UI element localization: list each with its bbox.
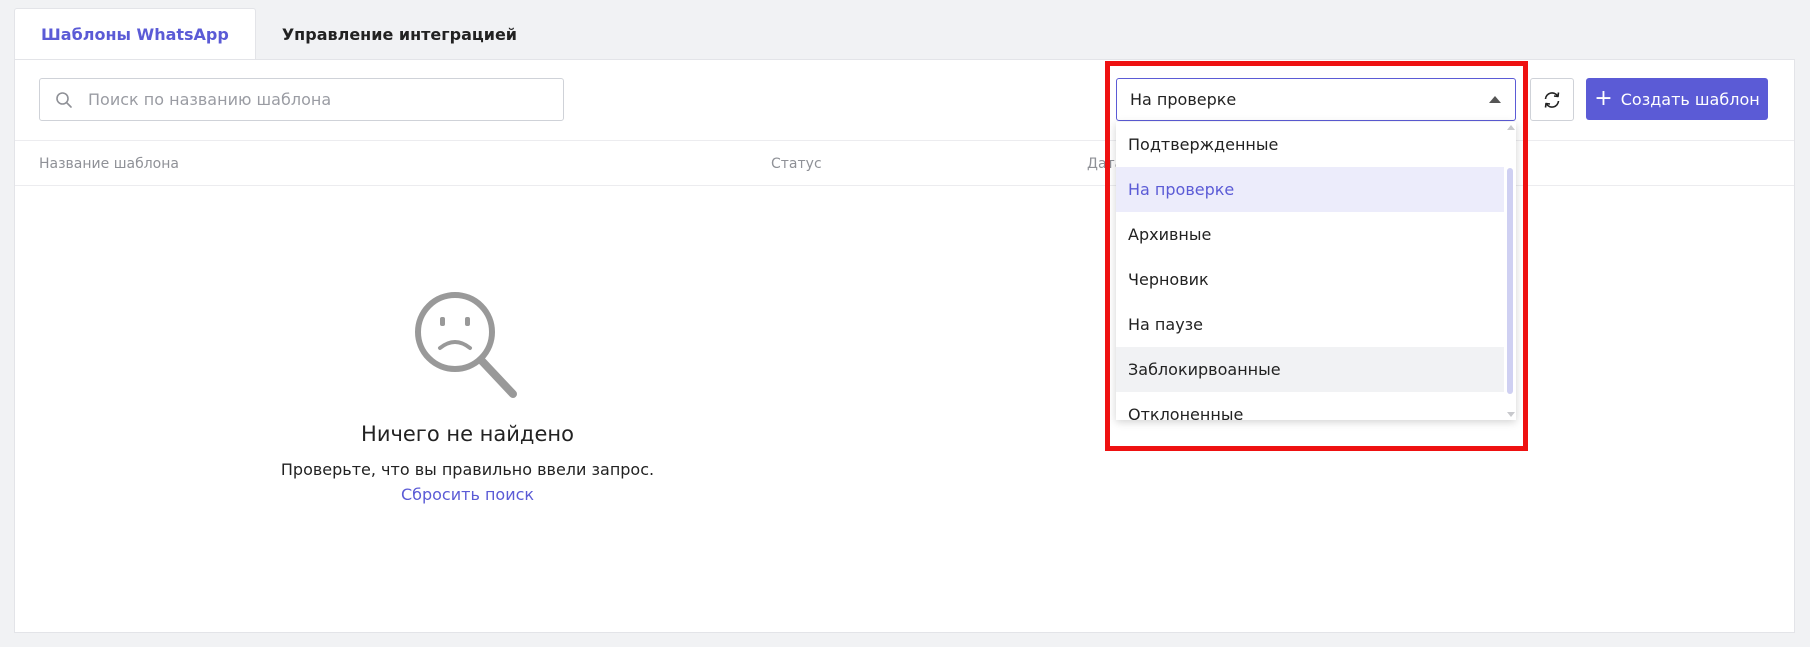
- scroll-up-icon[interactable]: [1507, 125, 1515, 130]
- search-input[interactable]: [88, 90, 548, 109]
- empty-state: Ничего не найдено Проверьте, что вы прав…: [15, 290, 920, 504]
- search-box[interactable]: [39, 78, 564, 121]
- empty-title: Ничего не найдено: [361, 422, 574, 446]
- sad-magnifier-icon: [414, 292, 517, 398]
- scrollbar-thumb[interactable]: [1507, 168, 1513, 394]
- empty-text: Проверьте, что вы правильно ввели запрос…: [280, 460, 655, 479]
- status-filter-select[interactable]: На проверке: [1116, 78, 1516, 121]
- search-icon: [40, 91, 88, 109]
- refresh-button[interactable]: [1530, 78, 1574, 121]
- status-filter-value: На проверке: [1130, 90, 1237, 109]
- refresh-icon: [1544, 91, 1560, 108]
- templates-panel: Название шаблона Статус Дата Ничего не н…: [14, 59, 1795, 633]
- table-header: Название шаблона Статус Дата: [15, 140, 1794, 186]
- plus-icon: +: [1594, 86, 1613, 111]
- scroll-down-icon[interactable]: [1507, 412, 1515, 417]
- option-archived[interactable]: Архивные: [1116, 212, 1504, 257]
- option-confirmed[interactable]: Подтвержденные: [1116, 122, 1504, 167]
- option-blocked[interactable]: Заблокирвоанные: [1116, 347, 1504, 392]
- column-template-name[interactable]: Название шаблона: [39, 156, 179, 172]
- option-draft[interactable]: Черновик: [1116, 257, 1504, 302]
- tab-whatsapp-templates[interactable]: Шаблоны WhatsApp: [14, 8, 256, 60]
- reset-search-link[interactable]: Сбросить поиск: [15, 485, 920, 504]
- create-template-label: Создать шаблон: [1620, 89, 1760, 109]
- create-template-button[interactable]: + Создать шаблон: [1586, 78, 1768, 120]
- caret-up-icon[interactable]: [1489, 96, 1501, 103]
- option-rejected[interactable]: Отклоненные: [1116, 392, 1504, 420]
- tab-integration-management[interactable]: Управление интеграцией: [256, 8, 543, 60]
- status-filter-dropdown: Подтвержденные На проверке Архивные Черн…: [1116, 122, 1516, 420]
- status-options-list: Подтвержденные На проверке Архивные Черн…: [1116, 122, 1504, 420]
- option-under-review[interactable]: На проверке: [1116, 167, 1504, 212]
- column-status[interactable]: Статус: [771, 156, 822, 172]
- dropdown-scrollbar[interactable]: [1504, 122, 1516, 420]
- option-paused[interactable]: На паузе: [1116, 302, 1504, 347]
- tab-bar: Шаблоны WhatsApp Управление интеграцией: [14, 8, 543, 60]
